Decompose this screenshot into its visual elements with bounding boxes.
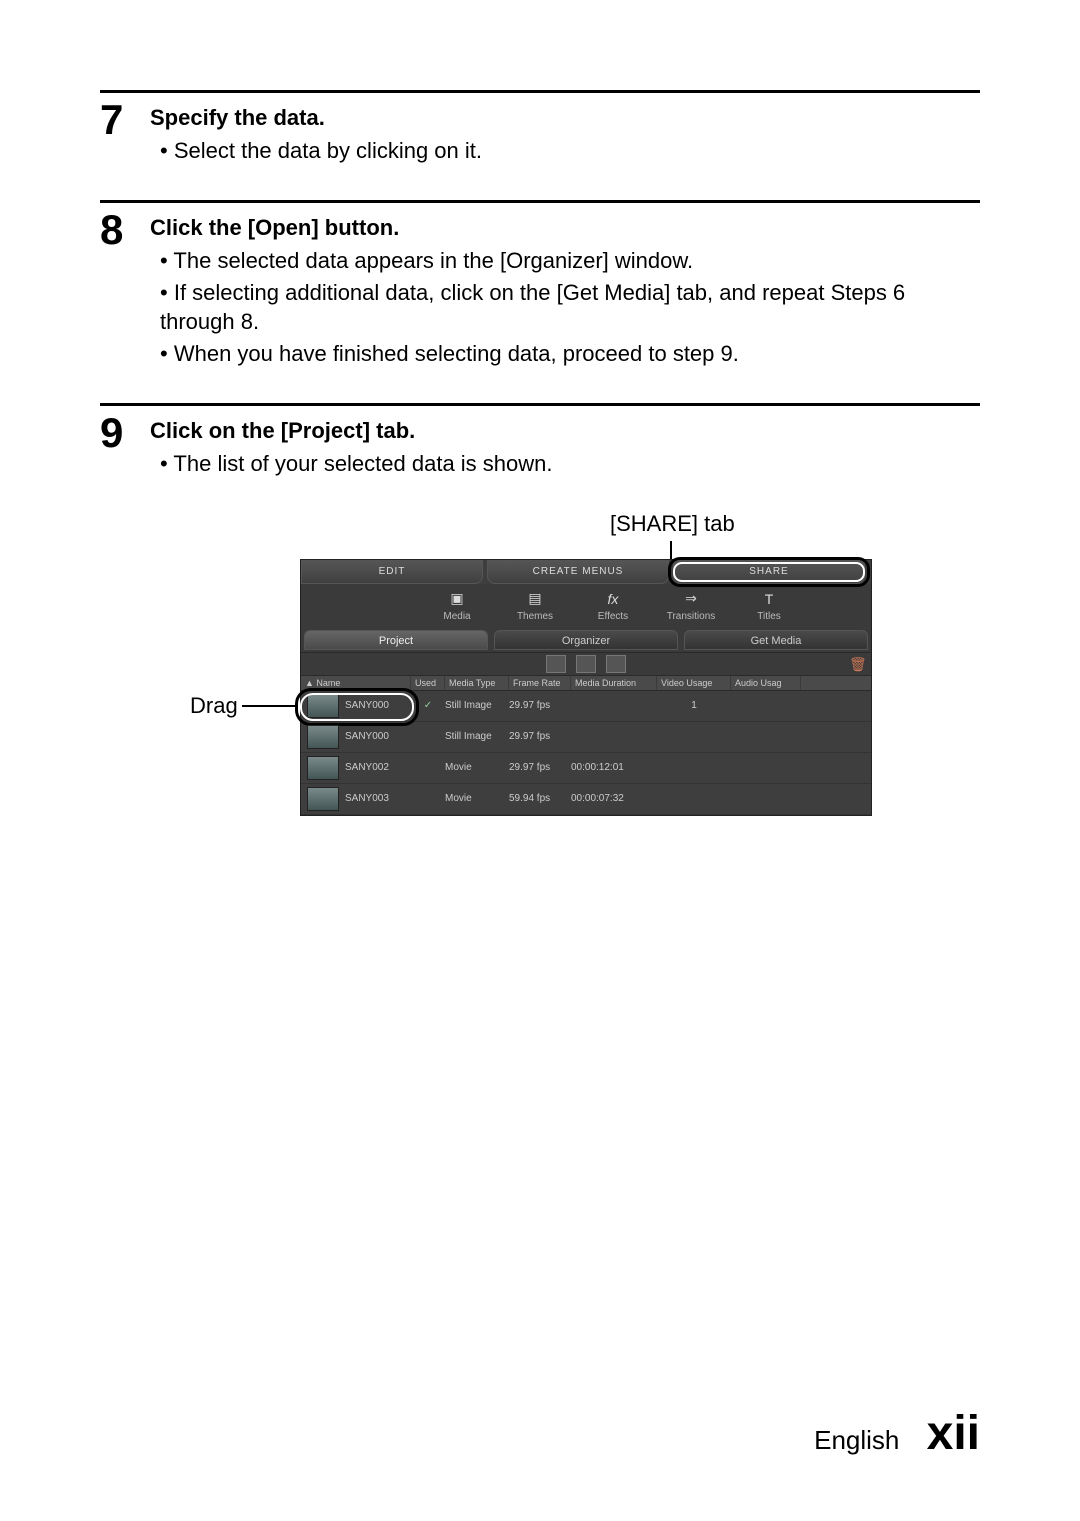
tool-transitions[interactable]: ⇒ Transitions: [661, 590, 721, 622]
step-number: 9: [100, 412, 150, 454]
effects-icon: fx: [602, 590, 624, 608]
thumbnail: [307, 756, 339, 780]
step-item: Select the data by clicking on it.: [160, 137, 980, 166]
page-footer: English xii: [814, 1406, 980, 1461]
step-item: When you have finished selecting data, p…: [160, 340, 980, 369]
step-item: The selected data appears in the [Organi…: [160, 247, 980, 276]
table-row[interactable]: SANY002 Movie 29.97 fps 00:00:12:01: [301, 753, 871, 784]
tab-share-label: SHARE: [749, 566, 788, 577]
titles-icon: T: [758, 590, 780, 608]
tab-get-media[interactable]: Get Media: [684, 630, 868, 650]
trash-icon[interactable]: 🗑: [849, 656, 863, 672]
step-8: 8 Click the [Open] button. The selected …: [100, 200, 980, 373]
step-title: Click the [Open] button.: [150, 215, 980, 241]
col-used[interactable]: Used: [411, 676, 445, 690]
footer-language: English: [814, 1425, 899, 1455]
table-row[interactable]: SANY003 Movie 59.94 fps 00:00:07:32: [301, 784, 871, 815]
tool-themes[interactable]: ▤ Themes: [505, 590, 565, 622]
media-icon: ▣: [446, 590, 468, 608]
tool-media[interactable]: ▣ Media: [427, 590, 487, 622]
drag-label: Drag: [190, 693, 238, 719]
step-number: 7: [100, 99, 150, 141]
figure: [SHARE] tab Drag EDIT CREATE MENUS SHARE: [190, 513, 980, 843]
step-title: Click on the [Project] tab.: [150, 418, 980, 444]
thumbnail: [307, 725, 339, 749]
step-item: If selecting additional data, click on t…: [160, 279, 980, 336]
tab-share[interactable]: SHARE: [673, 560, 865, 584]
tab-project[interactable]: Project: [304, 630, 488, 650]
table-row[interactable]: SANY000 ✓ Still Image 29.97 fps 1: [301, 691, 871, 722]
footer-page-number: xii: [927, 1407, 980, 1460]
tool-titles[interactable]: T Titles: [739, 590, 799, 622]
transitions-icon: ⇒: [680, 590, 702, 608]
table-header: ▲ Name Used Media Type Frame Rate Media …: [301, 675, 871, 691]
col-video-usage[interactable]: Video Usage: [657, 676, 731, 690]
themes-icon: ▤: [524, 590, 546, 608]
tab-organizer[interactable]: Organizer: [494, 630, 678, 650]
share-tab-label: [SHARE] tab: [610, 511, 735, 537]
step-title: Specify the data.: [150, 105, 980, 131]
tab-create-menus[interactable]: CREATE MENUS: [487, 560, 669, 584]
thumbnail: [307, 787, 339, 811]
step-9: 9 Click on the [Project] tab. The list o…: [100, 403, 980, 843]
col-name[interactable]: ▲ Name: [301, 676, 411, 690]
step-number: 8: [100, 209, 150, 251]
step-7: 7 Specify the data. Select the data by c…: [100, 90, 980, 170]
step-item: The list of your selected data is shown.: [160, 450, 980, 479]
app-panel: EDIT CREATE MENUS SHARE ▣ Media ▤: [300, 559, 872, 816]
tool-effects[interactable]: fx Effects: [583, 590, 643, 622]
filter-icon-3[interactable]: [606, 655, 626, 673]
thumbnail: [307, 694, 339, 718]
tab-edit[interactable]: EDIT: [301, 560, 483, 584]
filter-icon-2[interactable]: [576, 655, 596, 673]
col-media-type[interactable]: Media Type: [445, 676, 509, 690]
col-media-duration[interactable]: Media Duration: [571, 676, 657, 690]
table-row[interactable]: SANY000 Still Image 29.97 fps: [301, 722, 871, 753]
filter-icon-1[interactable]: [546, 655, 566, 673]
col-audio-usage[interactable]: Audio Usag: [731, 676, 801, 690]
col-frame-rate[interactable]: Frame Rate: [509, 676, 571, 690]
